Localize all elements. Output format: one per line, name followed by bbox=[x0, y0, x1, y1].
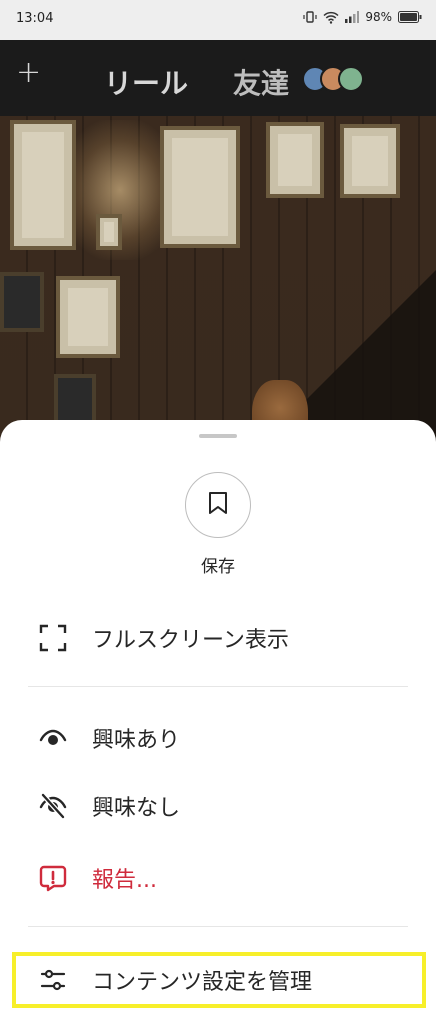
vibrate-icon bbox=[303, 10, 317, 24]
picture-frame bbox=[0, 272, 44, 332]
status-time: 13:04 bbox=[16, 11, 54, 26]
signal-icon bbox=[345, 11, 360, 23]
wifi-icon bbox=[323, 11, 339, 24]
status-icons: 98% bbox=[303, 10, 422, 24]
picture-frame bbox=[10, 120, 76, 250]
picture-frame bbox=[340, 124, 400, 198]
picture-frame bbox=[54, 374, 96, 424]
eye-icon bbox=[38, 723, 68, 753]
add-button[interactable]: + bbox=[16, 58, 41, 88]
menu-item-fullscreen[interactable]: フルスクリーン表示 bbox=[0, 608, 436, 668]
tab-reels[interactable]: リール bbox=[104, 62, 188, 102]
menu-item-label: 興味なし bbox=[92, 796, 181, 821]
report-icon bbox=[38, 863, 68, 893]
eye-slash-icon bbox=[38, 791, 68, 821]
menu-item-not-interested[interactable]: 興味なし bbox=[0, 776, 436, 836]
options-bottom-sheet: 保存 フルスクリーン表示 興味あり 興味なし 報告... コンテンツ設定を管理 bbox=[0, 420, 436, 1024]
save-button[interactable] bbox=[185, 472, 251, 538]
highlight-box bbox=[12, 952, 426, 1008]
avatar bbox=[338, 66, 364, 92]
divider bbox=[28, 686, 408, 687]
picture-frame bbox=[266, 122, 324, 198]
divider bbox=[28, 926, 408, 927]
menu-item-label: 報告... bbox=[92, 868, 157, 893]
top-nav: + リール 友達 bbox=[0, 40, 436, 116]
battery-icon bbox=[398, 11, 422, 23]
picture-frame bbox=[160, 126, 240, 248]
battery-percent: 98% bbox=[365, 10, 392, 24]
status-bar: 13:04 98% bbox=[0, 0, 436, 40]
bookmark-icon bbox=[207, 491, 229, 519]
picture-frame bbox=[56, 276, 120, 358]
menu-item-interested[interactable]: 興味あり bbox=[0, 708, 436, 768]
tab-friends[interactable]: 友達 bbox=[233, 62, 289, 102]
menu-item-label: 興味あり bbox=[92, 728, 181, 753]
picture-frame bbox=[96, 214, 122, 250]
friend-avatars[interactable] bbox=[302, 66, 366, 92]
menu-item-label: フルスクリーン表示 bbox=[92, 628, 289, 653]
menu-item-report[interactable]: 報告... bbox=[0, 848, 436, 908]
drag-handle[interactable] bbox=[199, 434, 237, 438]
fullscreen-icon bbox=[38, 623, 68, 653]
save-label: 保存 bbox=[201, 557, 235, 577]
